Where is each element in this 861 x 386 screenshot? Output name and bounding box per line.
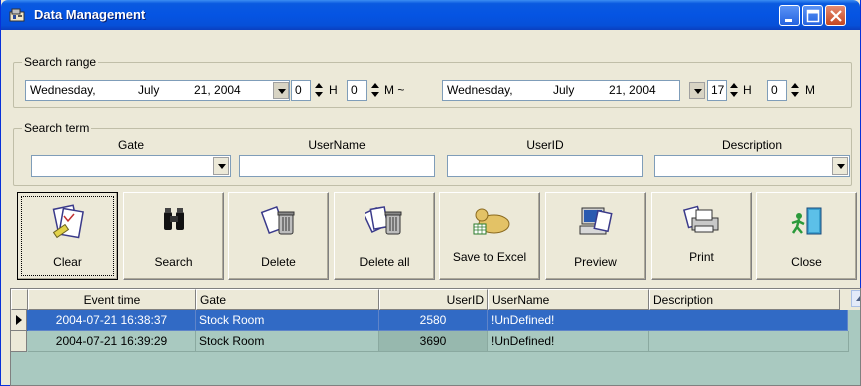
grid-header: Event time Gate UserID UserName Descript…: [11, 289, 860, 310]
preview-label: Preview: [574, 255, 617, 269]
end-hour-input[interactable]: 17: [707, 80, 727, 101]
cell-userid: 2580: [379, 310, 488, 331]
maximize-button[interactable]: [802, 5, 823, 26]
header-indicator: [11, 289, 28, 310]
end-hour-value: 17: [711, 83, 725, 97]
start-hour-spinner[interactable]: [312, 81, 326, 100]
delete-button[interactable]: Delete: [228, 192, 329, 280]
preview-icon: [579, 207, 613, 235]
search-button[interactable]: Search: [123, 192, 224, 280]
end-date-dropdown-arrow[interactable]: [689, 82, 705, 99]
event-grid[interactable]: Event time Gate UserID UserName Descript…: [10, 288, 861, 386]
save-to-excel-button[interactable]: Save to Excel: [439, 192, 540, 280]
minimize-button[interactable]: [779, 5, 800, 26]
end-day-year: 21, 2004: [609, 83, 656, 97]
description-dropdown-arrow[interactable]: [832, 157, 848, 175]
print-button[interactable]: Print: [651, 192, 752, 280]
gate-label: Gate: [117, 138, 144, 152]
delete-all-label: Delete all: [359, 255, 410, 269]
cell-username: !UnDefined!: [488, 331, 649, 352]
clear-button[interactable]: Clear: [17, 192, 118, 280]
column-header-event-time[interactable]: Event time: [28, 289, 196, 310]
end-minute-spinner[interactable]: [788, 81, 802, 100]
start-minute-input[interactable]: 0: [347, 80, 367, 101]
end-minute-value: 0: [771, 83, 778, 97]
table-row-description: [648, 310, 848, 331]
start-month: July: [138, 83, 160, 97]
start-hour-unit: H: [329, 83, 338, 97]
end-date-picker[interactable]: Wednesday, July 21, 2004: [442, 80, 680, 101]
username-input[interactable]: [239, 155, 435, 177]
cell-username: !UnDefined!: [488, 310, 649, 331]
clear-label: Clear: [53, 255, 82, 269]
gate-combo[interactable]: [31, 155, 231, 177]
username-label: UserName: [308, 138, 366, 152]
cell-event-time: 2004-07-21 16:39:29: [28, 331, 196, 352]
description-label: Description: [721, 138, 783, 152]
cell-gate: Stock Room: [196, 310, 379, 331]
minimize-icon: [785, 19, 792, 22]
preview-button[interactable]: Preview: [545, 192, 646, 280]
column-header-username[interactable]: UserName: [488, 289, 649, 310]
start-minute-spinner[interactable]: [368, 81, 382, 100]
userid-label: UserID: [526, 138, 564, 152]
row-indicator: [11, 310, 27, 331]
cell-description: [649, 331, 849, 352]
search-label: Search: [154, 255, 193, 269]
start-minute-value: 0: [351, 83, 358, 97]
end-month: July: [553, 83, 575, 97]
gate-dropdown-arrow[interactable]: [213, 157, 229, 175]
delete-all-icon: [364, 206, 401, 235]
delete-label: Delete: [261, 255, 296, 269]
description-combo[interactable]: [654, 155, 850, 177]
binoculars-icon: [163, 208, 184, 230]
search-range-legend: Search range: [22, 55, 99, 69]
table-row[interactable]: 2004-07-21 16:39:29 Stock Room 3690 !UnD…: [11, 331, 860, 352]
printer-icon: [682, 205, 718, 233]
print-label: Print: [689, 250, 714, 264]
start-weekday: Wednesday,: [30, 83, 96, 97]
close-icon: [830, 10, 842, 22]
cell-description: [648, 310, 848, 331]
close-window-button[interactable]: [825, 5, 846, 26]
start-date-dropdown-arrow[interactable]: [273, 82, 289, 99]
cell-userid: 3690: [379, 331, 488, 352]
column-header-description[interactable]: Description: [649, 289, 840, 310]
end-minute-unit: M: [805, 83, 815, 97]
end-hour-spinner[interactable]: [727, 81, 741, 100]
excel-icon: [473, 208, 509, 235]
end-weekday: Wednesday,: [447, 83, 513, 97]
clear-icon: [52, 204, 84, 239]
userid-input[interactable]: [447, 155, 643, 177]
close-label: Close: [791, 255, 822, 269]
current-row-arrow-icon: [16, 315, 22, 325]
app-icon: [9, 8, 25, 22]
cell-event-time: 2004-07-21 16:38:37: [28, 310, 196, 331]
close-button[interactable]: Close: [756, 192, 857, 280]
delete-icon: [260, 205, 294, 235]
window-title: Data Management: [34, 7, 146, 22]
end-minute-input[interactable]: 0: [767, 80, 787, 101]
start-hour-input[interactable]: 0: [291, 80, 311, 101]
scroll-up-button[interactable]: [851, 290, 860, 307]
start-minute-unit: M ~: [384, 83, 405, 97]
start-hour-value: 0: [295, 83, 302, 97]
row-indicator: [11, 331, 27, 352]
save-to-excel-label: Save to Excel: [452, 250, 527, 264]
end-hour-unit: H: [743, 83, 752, 97]
search-term-legend: Search term: [22, 121, 92, 135]
delete-all-button[interactable]: Delete all: [334, 192, 435, 280]
column-header-userid[interactable]: UserID: [379, 289, 488, 310]
cell-gate: Stock Room: [196, 331, 379, 352]
start-day-year: 21, 2004: [194, 83, 241, 97]
maximize-icon: [806, 9, 820, 23]
column-header-gate[interactable]: Gate: [196, 289, 379, 310]
exit-icon: [791, 207, 821, 235]
title-bar[interactable]: Data Management: [1, 0, 860, 30]
data-management-window: Data Management Search range Wednesday, …: [0, 0, 861, 386]
table-row[interactable]: 2004-07-21 16:38:37 Stock Room 2580 !UnD…: [11, 310, 649, 331]
start-date-picker[interactable]: Wednesday, July 21, 2004: [25, 80, 290, 101]
